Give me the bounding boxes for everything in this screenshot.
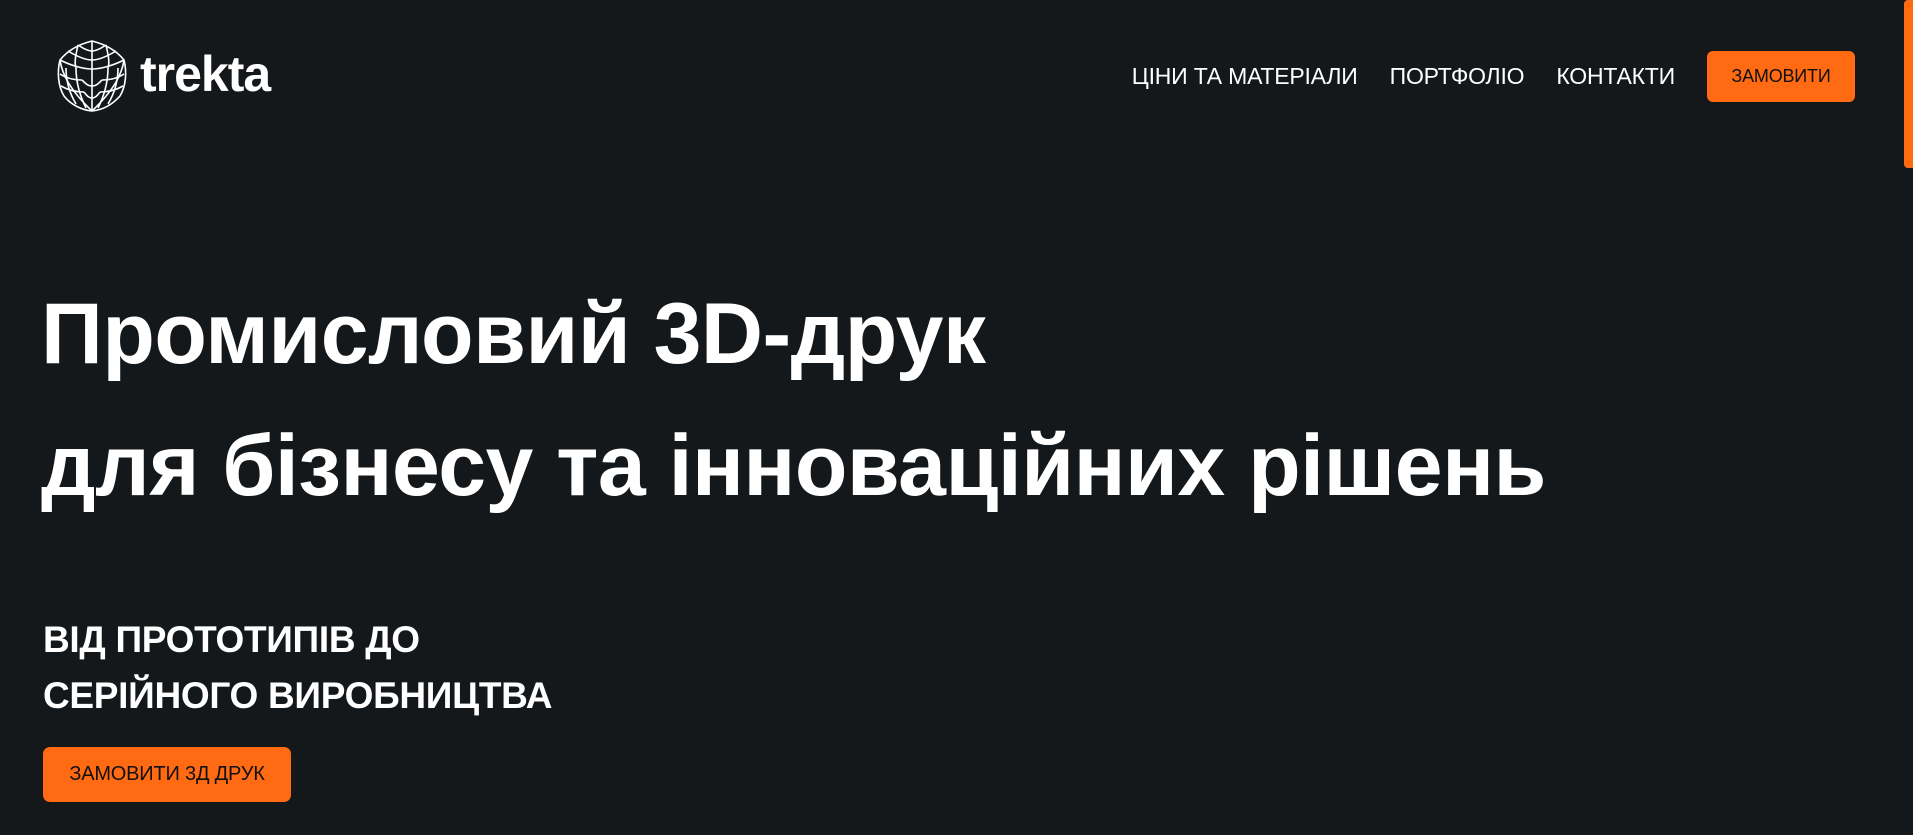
nav-link-prices-materials[interactable]: ЦІНИ ТА МАТЕРІАЛИ bbox=[1132, 63, 1358, 90]
wireframe-cube-icon bbox=[57, 40, 127, 112]
nav-link-portfolio[interactable]: ПОРТФОЛІО bbox=[1390, 63, 1525, 90]
brand-name: trekta bbox=[140, 46, 271, 102]
order-3d-print-button[interactable]: ЗАМОВИТИ 3Д ДРУК bbox=[43, 747, 291, 802]
home-logo-link[interactable]: trekta bbox=[56, 38, 271, 114]
hero-subtitle-line: ВІД ПРОТОТИПІВ ДО bbox=[43, 619, 420, 660]
hero-title-line: для бізнесу та інноваційних рішень bbox=[41, 418, 1546, 514]
main-nav: ЦІНИ ТА МАТЕРІАЛИ ПОРТФОЛІО КОНТАКТИ ЗАМ… bbox=[1132, 51, 1855, 102]
scrollbar-thumb[interactable] bbox=[1904, 0, 1913, 168]
hero-title-line: Промисловий 3D-друк bbox=[41, 286, 986, 382]
landing-page: trekta ЦІНИ ТА МАТЕРІАЛИ ПОРТФОЛІО КОНТА… bbox=[0, 0, 1913, 835]
header-order-button[interactable]: ЗАМОВИТИ bbox=[1707, 51, 1855, 102]
hero-title: Промисловий 3D-друк для бізнесу та іннов… bbox=[41, 268, 1546, 532]
nav-link-contacts[interactable]: КОНТАКТИ bbox=[1556, 63, 1675, 90]
site-header: trekta ЦІНИ ТА МАТЕРІАЛИ ПОРТФОЛІО КОНТА… bbox=[0, 0, 1913, 150]
hero-subtitle-line: СЕРІЙНОГО ВИРОБНИЦТВА bbox=[43, 675, 553, 716]
hero-subtitle: ВІД ПРОТОТИПІВ ДО СЕРІЙНОГО ВИРОБНИЦТВА bbox=[43, 612, 552, 724]
